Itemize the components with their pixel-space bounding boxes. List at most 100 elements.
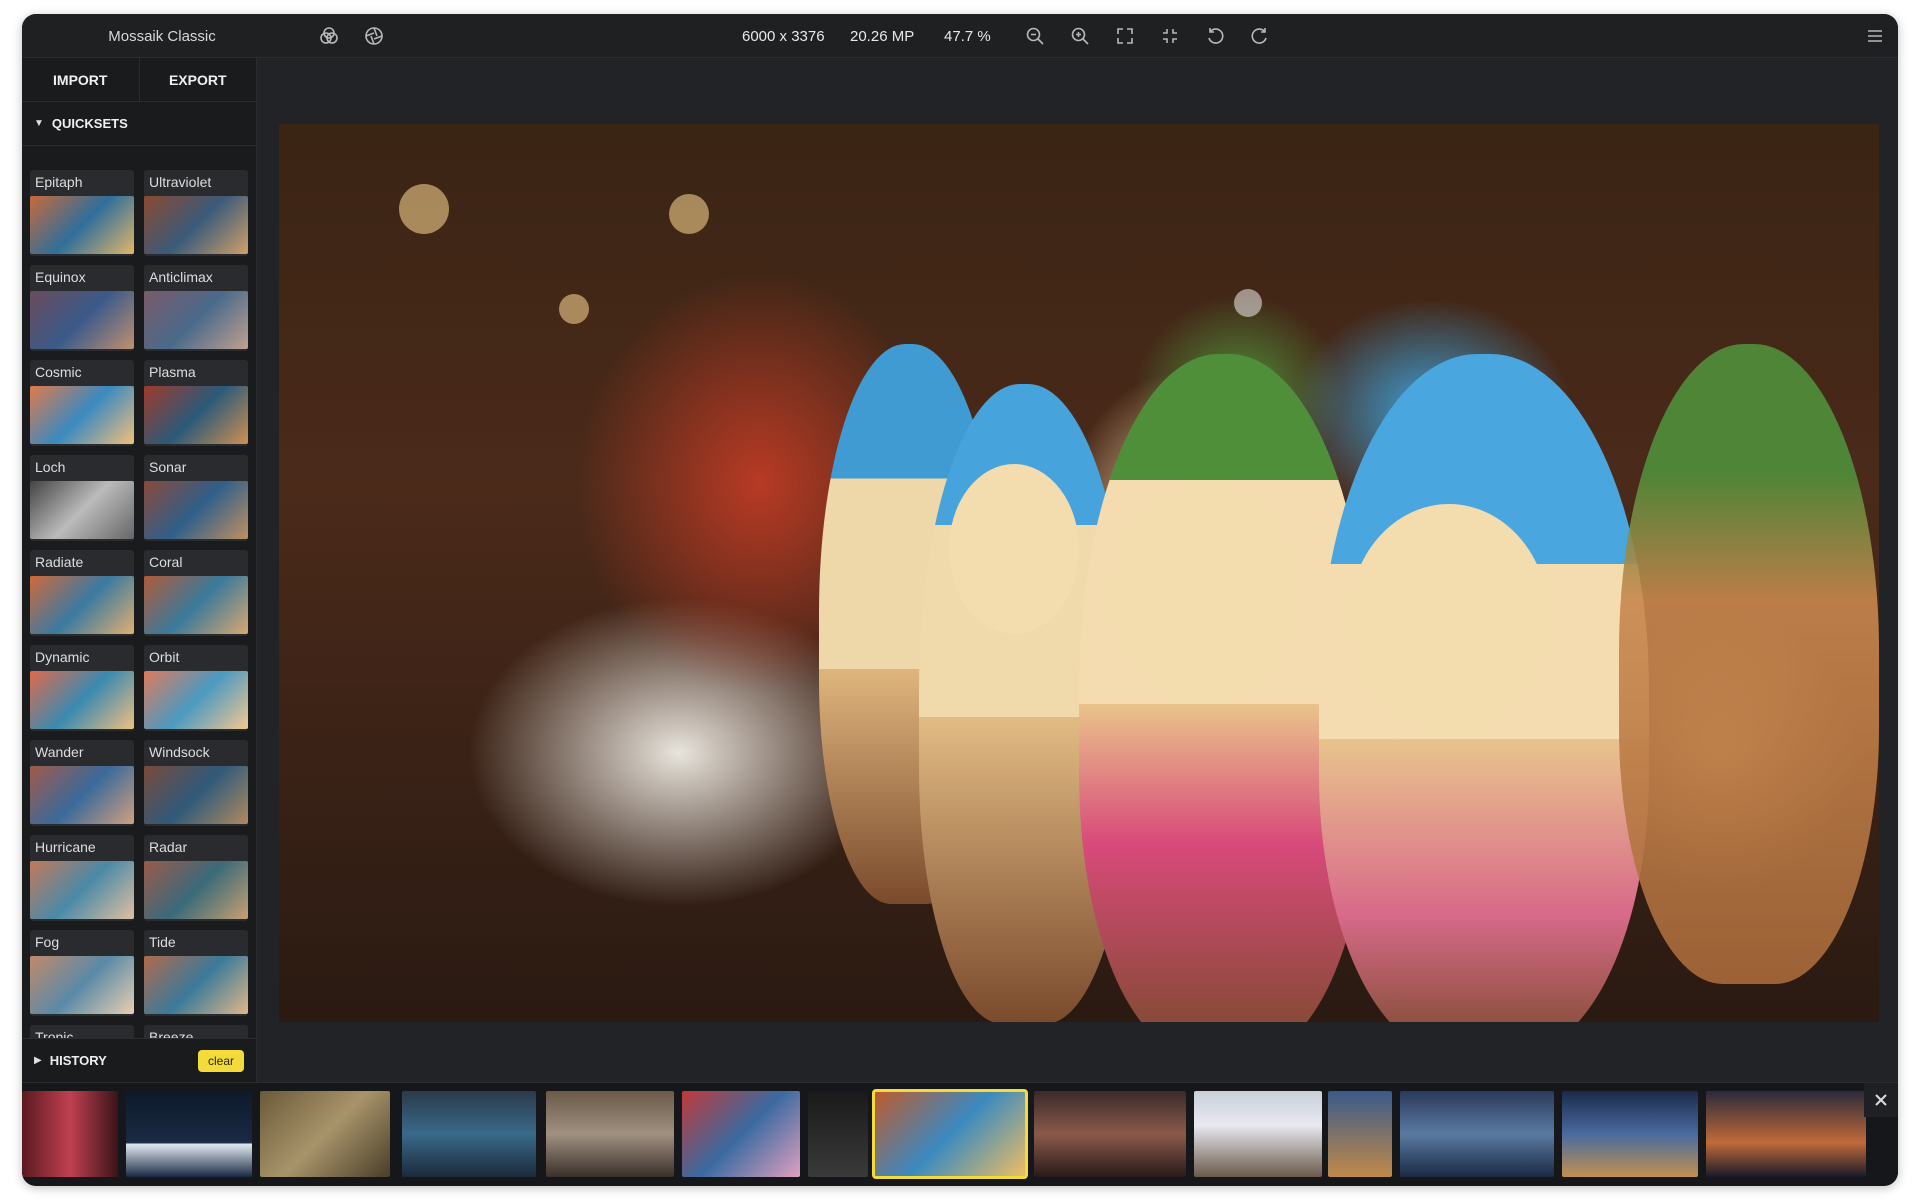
quickset-thumbnail [144,861,248,919]
quickset-label: Radar [149,839,188,855]
close-icon [1875,1094,1887,1106]
quickset-thumbnail [30,576,134,634]
doll-figure [1619,344,1879,984]
lens-icon[interactable] [361,23,387,49]
quickset-thumbnail [144,386,248,444]
quickset-thumbnail [144,576,248,634]
close-filmstrip-button[interactable] [1864,1083,1898,1117]
filmstrip-thumbnail[interactable] [260,1091,390,1177]
quickset-cosmic[interactable]: Cosmic [30,360,134,446]
bokeh-light [669,194,709,234]
quickset-thumbnail [30,956,134,1014]
history-label: HISTORY [49,1053,107,1068]
quickset-radiate[interactable]: Radiate [30,550,134,636]
quickset-thumbnail [30,766,134,824]
quickset-label: Loch [35,459,66,475]
top-toolbar: Mossaik Classic 6000 x 3376 20.26 MP 47.… [22,14,1898,58]
quickset-thumbnail [30,291,134,349]
app-window: Mossaik Classic 6000 x 3376 20.26 MP 47.… [22,14,1898,1186]
quickset-windsock[interactable]: Windsock [144,740,248,826]
quickset-thumbnail [30,481,134,539]
quickset-equinox[interactable]: Equinox [30,265,134,351]
sidebar-tabs: IMPORT EXPORT [22,58,256,102]
zoom-level: 47.7 % [944,28,991,45]
quickset-thumbnail [144,196,248,254]
quickset-radar[interactable]: Radar [144,835,248,921]
zoom-in-icon[interactable] [1067,23,1093,49]
filmstrip-thumbnail[interactable] [808,1091,868,1177]
quickset-thumbnail [144,956,248,1014]
rotate-right-icon[interactable] [1247,23,1273,49]
filmstrip-thumbnail[interactable] [682,1091,800,1177]
quickset-wander[interactable]: Wander [30,740,134,826]
filmstrip-thumbnail-selected[interactable] [872,1089,1028,1179]
tab-import[interactable]: IMPORT [22,58,139,101]
quickset-label: Fog [35,934,60,950]
caret-right-icon: ▶ [34,1055,42,1066]
filmstrip-thumbnail[interactable] [546,1091,674,1177]
sidebar: IMPORT EXPORT ▼ QUICKSETS Epitaph Ultravi… [22,58,257,1082]
filmstrip-thumbnail[interactable] [126,1091,252,1177]
quickset-anticlimax[interactable]: Anticlimax [144,265,248,351]
fit-screen-icon[interactable] [1112,23,1138,49]
quickset-tide[interactable]: Tide [144,930,248,1016]
filmstrip-thumbnail[interactable] [1194,1091,1322,1177]
quickset-label: Sonar [149,459,187,475]
caret-down-icon: ▼ [34,118,44,129]
app-title: Mossaik Classic [108,28,216,45]
quicksets-header[interactable]: ▼ QUICKSETS [22,102,256,146]
filmstrip [22,1082,1898,1186]
quickset-thumbnail [30,196,134,254]
zoom-out-icon[interactable] [1022,23,1048,49]
quickset-label: Coral [149,554,183,570]
history-header[interactable]: ▶ HISTORY clear [22,1038,256,1082]
quickset-fog[interactable]: Fog [30,930,134,1016]
quickset-sonar[interactable]: Sonar [144,455,248,541]
main-photo[interactable] [279,124,1879,1022]
filmstrip-thumbnail[interactable] [1328,1091,1392,1177]
quickset-label: Anticlimax [149,269,213,285]
filmstrip-thumbnail[interactable] [1034,1091,1186,1177]
quickset-orbit[interactable]: Orbit [144,645,248,731]
filmstrip-thumbnail[interactable] [1706,1091,1866,1177]
quickset-thumbnail [144,291,248,349]
quickset-plasma[interactable]: Plasma [144,360,248,446]
bokeh-light [559,294,589,324]
doll-face [949,464,1079,634]
filmstrip-thumbnail[interactable] [1562,1091,1698,1177]
quickset-label: Ultraviolet [149,174,212,190]
filmstrip-thumbnail[interactable] [402,1091,536,1177]
quickset-thumbnail [30,386,134,444]
quickset-thumbnail [144,671,248,729]
clear-history-button[interactable]: clear [197,1050,244,1072]
quickset-coral[interactable]: Coral [144,550,248,636]
filmstrip-thumbnail[interactable] [1400,1091,1554,1177]
quickset-label: Radiate [35,554,84,570]
quickset-grid: Epitaph Ultraviolet Equinox Anticlimax Cosmi… [30,170,250,1044]
tab-export[interactable]: EXPORT [138,58,257,101]
doll-face [1349,504,1549,734]
quickset-label: Plasma [149,364,196,380]
quickset-thumbnail [30,861,134,919]
image-resolution: 6000 x 3376 [742,28,825,45]
doll-face [1109,484,1299,704]
quickset-thumbnail [30,671,134,729]
quickset-label: Equinox [35,269,86,285]
quickset-label: Cosmic [35,364,82,380]
filmstrip-thumbnail[interactable] [22,1091,118,1177]
color-channels-icon[interactable] [316,23,342,49]
quickset-dynamic[interactable]: Dynamic [30,645,134,731]
actual-size-icon[interactable] [1157,23,1183,49]
quickset-loch[interactable]: Loch [30,455,134,541]
quickset-label: Dynamic [35,649,90,665]
quickset-label: Epitaph [35,174,83,190]
quickset-hurricane[interactable]: Hurricane [30,835,134,921]
quickset-thumbnail [144,766,248,824]
quicksets-label: QUICKSETS [51,116,128,131]
quickset-ultraviolet[interactable]: Ultraviolet [144,170,248,256]
quickset-epitaph[interactable]: Epitaph [30,170,134,256]
rotate-left-icon[interactable] [1202,23,1228,49]
bokeh-light [1234,289,1262,317]
menu-icon[interactable] [1862,23,1888,49]
quickset-thumbnail [144,481,248,539]
